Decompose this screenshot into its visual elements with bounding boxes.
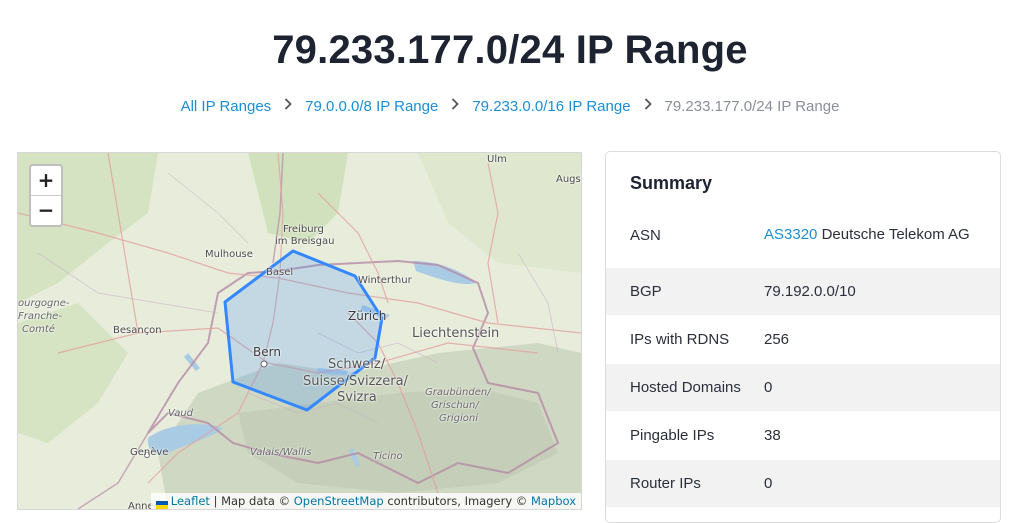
map-label-svizra: Svizra — [337, 390, 377, 405]
row-value: 256 — [764, 330, 790, 348]
map-attribution: Leaflet | Map data © OpenStreetMap contr… — [150, 493, 581, 509]
summary-row-router: Router IPs 0 — [606, 460, 1000, 507]
map-label-freiburg: Freiburg — [283, 224, 324, 235]
page-title: 79.233.177.0/24 IP Range — [272, 28, 748, 72]
zoom-out-button[interactable]: − — [31, 195, 61, 225]
map-label-franche: Franche- — [18, 311, 62, 322]
summary-row-bgp: BGP 79.192.0.0/10 — [606, 268, 1000, 315]
map-label-besancon: Besançon — [113, 325, 162, 336]
chevron-right-icon — [283, 97, 293, 115]
row-key: Hosted Domains — [630, 379, 741, 396]
row-key: ASN — [630, 226, 661, 244]
map-label-grigioni: Grigioni — [439, 413, 478, 424]
ukraine-flag-icon — [155, 497, 168, 509]
zoom-in-button[interactable]: + — [31, 166, 61, 195]
map-label-comte: Comté — [22, 324, 55, 335]
chevron-right-icon — [643, 97, 653, 115]
chevron-right-icon — [450, 97, 460, 115]
leaflet-link[interactable]: Leaflet — [171, 494, 210, 508]
map-data-text: | Map data © — [213, 494, 291, 508]
row-key: BGP — [630, 283, 662, 300]
row-key: IPs with RDNS — [630, 331, 730, 348]
summary-row-rdns: IPs with RDNS 256 — [606, 316, 1000, 363]
map[interactable]: Ulm Augsl Freiburg im Breisgau Mulhouse … — [17, 152, 582, 510]
map-label-zurich: Zürich — [348, 309, 387, 323]
zoom-control: + − — [29, 164, 63, 227]
map-label-mulhouse: Mulhouse — [205, 249, 253, 260]
breadcrumb-slash8[interactable]: 79.0.0.0/8 IP Range — [305, 98, 438, 115]
map-label-basel: Basel — [266, 267, 294, 278]
map-label-liechtenstein: Liechtenstein — [412, 326, 500, 341]
map-label-bourgogne: ourgogne- — [18, 298, 70, 309]
summary-panel: Summary ASN AS3320 Deutsche Telekom AG B… — [605, 151, 1001, 523]
mapbox-link[interactable]: Mapbox — [531, 494, 576, 508]
row-value: 0 — [764, 378, 773, 396]
summary-row-pingable: Pingable IPs 38 — [606, 412, 1000, 459]
asn-org: Deutsche Telekom AG — [821, 226, 970, 243]
breadcrumb-slash16[interactable]: 79.233.0.0/16 IP Range — [472, 98, 630, 115]
bern-marker — [260, 360, 268, 368]
map-label-schweiz: Schweiz/ — [328, 357, 386, 372]
breadcrumb-all-ip-ranges[interactable]: All IP Ranges — [181, 98, 272, 115]
breadcrumb: All IP Ranges 79.0.0.0/8 IP Range 79.233… — [0, 97, 1020, 115]
map-label-valais: Valais/Wallis — [250, 447, 312, 458]
map-label-winterthur: Winterthur — [358, 275, 412, 286]
row-value: AS3320 Deutsche Telekom AG — [764, 223, 979, 247]
map-label-augsburg: Augsl — [556, 174, 582, 185]
row-key: Router IPs — [630, 475, 701, 492]
map-label-suisse: Suisse/Svizzera/ — [303, 374, 408, 389]
map-label-graubunden: Graubünden/ — [425, 387, 491, 398]
map-label-ulm: Ulm — [487, 154, 507, 165]
row-value: 79.192.0.0/10 — [764, 282, 856, 300]
map-label-geneve: Genève — [130, 447, 169, 458]
map-label-vaud: Vaud — [168, 408, 194, 419]
summary-row-hosted-domains: Hosted Domains 0 — [606, 364, 1000, 411]
summary-row-asn: ASN AS3320 Deutsche Telekom AG — [606, 204, 1000, 266]
map-label-freiburg-2: im Breisgau — [275, 236, 335, 247]
row-key: Pingable IPs — [630, 427, 715, 444]
row-value: 0 — [764, 474, 773, 492]
row-value: 38 — [764, 426, 781, 444]
asn-link[interactable]: AS3320 — [764, 226, 817, 243]
map-label-ticino: Ticino — [373, 451, 403, 462]
breadcrumb-current: 79.233.177.0/24 IP Range — [664, 97, 840, 115]
map-label-grischun: Grischun/ — [431, 400, 479, 411]
summary-title: Summary — [630, 173, 713, 193]
map-label-bern: Bern — [253, 345, 281, 359]
contributors-text: contributors, Imagery © — [387, 494, 528, 508]
openstreetmap-link[interactable]: OpenStreetMap — [294, 494, 384, 508]
